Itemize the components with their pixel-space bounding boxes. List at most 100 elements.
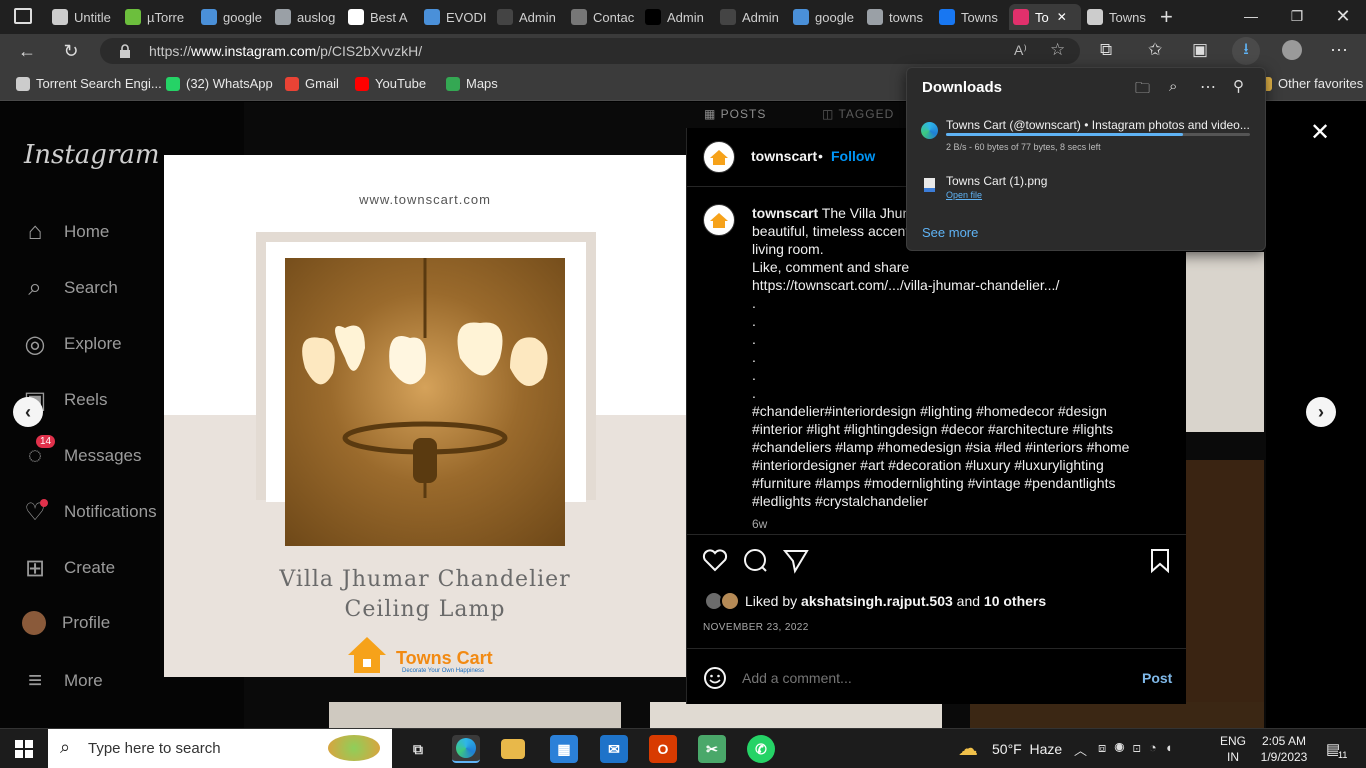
post-comment-button[interactable]: Post (1142, 670, 1172, 686)
download-item[interactable]: Towns Cart (@townscart) • Instagram phot… (907, 110, 1265, 158)
tab[interactable]: Best A (344, 4, 418, 30)
weather-text[interactable]: 50°F Haze (992, 741, 1062, 757)
nav-item-home[interactable]: ⌂ Home (22, 218, 110, 245)
favorite-item[interactable]: Maps (446, 76, 498, 91)
minimize-icon[interactable]: — (1228, 0, 1274, 32)
tab[interactable]: To ✕ (1009, 4, 1081, 30)
nav-item-heart[interactable]: ♡ Notifications (22, 499, 156, 526)
download-item[interactable]: Towns Cart (1).png Open file (907, 166, 1265, 206)
tab[interactable]: Towns (935, 4, 1007, 30)
posts-tab[interactable]: ▦ POSTS (704, 107, 766, 121)
caption-avatar[interactable] (703, 204, 735, 236)
nav-item-messenger[interactable]: ◌ 14 Messages (22, 435, 141, 469)
favorites-icon[interactable]: ✩ (1148, 40, 1162, 60)
nav-item-compass[interactable]: ◎ Explore (22, 331, 122, 358)
comment-input[interactable] (742, 668, 1122, 688)
refresh-icon[interactable]: ↻ (58, 38, 84, 64)
add-favorite-icon[interactable]: ☆ (1050, 40, 1065, 60)
pin-icon[interactable]: ⚲ (1233, 77, 1244, 95)
task-view-icon[interactable]: ⧉ (404, 735, 432, 763)
windows-start-icon[interactable] (15, 740, 33, 758)
favorite-item[interactable]: YouTube (355, 76, 426, 91)
tray-icons[interactable]: ⧈◉⊡◔◖ (1098, 740, 1181, 756)
instagram-logo[interactable]: Instagram (24, 140, 160, 170)
hashtag-line[interactable]: #chandelier#interiordesign #lighting #ho… (752, 402, 1172, 420)
more-options-icon[interactable]: ⋯ (1200, 77, 1216, 97)
feed-thumbnail[interactable] (1186, 460, 1264, 728)
feed-thumbnail[interactable] (650, 702, 942, 728)
collections-icon[interactable]: ▣ (1192, 40, 1208, 60)
tab[interactable]: google (197, 4, 269, 30)
nav-item-menu[interactable]: ≡ More (22, 667, 103, 694)
tab-actions-icon[interactable] (14, 8, 32, 24)
tab[interactable]: Towns (1083, 4, 1157, 30)
previous-post-icon[interactable]: ‹ (13, 397, 43, 427)
store-icon[interactable]: ▦ (550, 735, 578, 763)
tab[interactable]: EVODI (420, 4, 491, 30)
tab[interactable]: Admin (493, 4, 565, 30)
nav-item-plus-square[interactable]: ⊞ Create (22, 555, 115, 582)
comment-icon[interactable] (743, 548, 769, 579)
feed-thumbnail[interactable] (970, 702, 1264, 728)
close-tab-icon[interactable]: ✕ (1057, 10, 1067, 24)
close-window-icon[interactable]: ✕ (1320, 0, 1366, 32)
open-folder-icon[interactable]: 🗀 (1135, 78, 1150, 103)
read-aloud-icon[interactable]: A⁾ (1014, 42, 1027, 59)
extensions-icon[interactable]: ⧉ (1100, 40, 1112, 60)
tab[interactable]: Admin (716, 4, 787, 30)
favorite-item[interactable]: Torrent Search Engi... (16, 76, 162, 91)
product-link[interactable]: https://townscart.com/.../villa-jhumar-c… (752, 277, 1059, 293)
mail-icon[interactable]: ✉ (600, 735, 628, 763)
restore-icon[interactable]: ❐ (1274, 0, 1320, 32)
snipping-tool-icon[interactable]: ✂ (698, 735, 726, 763)
like-icon[interactable] (702, 548, 728, 577)
share-icon[interactable] (782, 548, 809, 579)
close-modal-icon[interactable]: ✕ (1310, 118, 1330, 147)
tray-chevron-icon[interactable]: ︿ (1074, 740, 1087, 759)
language-indicator[interactable]: ENG IN (1220, 733, 1246, 765)
save-icon[interactable] (1150, 548, 1170, 579)
new-tab-button[interactable]: + (1160, 4, 1173, 30)
file-explorer-icon[interactable] (501, 739, 525, 759)
hashtag-line[interactable]: #ledlights #crystalchandelier (752, 492, 1172, 510)
back-icon[interactable]: ← (14, 38, 40, 64)
author-avatar[interactable] (703, 141, 735, 173)
nav-item-avatar[interactable]: Profile (22, 611, 110, 635)
follow-button[interactable]: Follow (831, 148, 875, 164)
post-image[interactable]: www.townscart.com Villa Jhumar Chandelie… (164, 155, 686, 677)
see-more-link[interactable]: See more (922, 225, 978, 240)
clock[interactable]: 2:05 AM 1/9/2023 (1256, 733, 1312, 765)
hashtag-line[interactable]: #chandeliers #lamp #homedesign #sia #led… (752, 438, 1172, 456)
edge-taskbar-icon[interactable] (452, 735, 480, 763)
weather-icon[interactable]: ☁ (958, 736, 978, 761)
tagged-tab[interactable]: ◫ TAGGED (822, 107, 894, 121)
nav-item-search[interactable]: ⌕ Search (22, 274, 118, 301)
favorite-item[interactable]: Gmail (285, 76, 339, 91)
tab[interactable]: Contac (567, 4, 639, 30)
taskbar-search[interactable]: ⌕ Type here to search (48, 729, 392, 768)
downloads-icon[interactable]: ⭳ (1232, 37, 1260, 65)
feed-thumbnail[interactable] (1186, 252, 1264, 432)
tab[interactable]: google (789, 4, 861, 30)
tab[interactable]: towns (863, 4, 933, 30)
url-text[interactable]: https://www.instagram.com/p/CIS2bXvvzkH/ (149, 43, 422, 59)
whatsapp-taskbar-icon[interactable]: ✆ (747, 735, 775, 763)
other-favorites[interactable]: Other favorites (1258, 76, 1363, 91)
tab[interactable]: Untitle (48, 4, 119, 30)
profile-avatar-icon[interactable] (1282, 40, 1302, 60)
favorite-item[interactable]: (32) WhatsApp (166, 76, 273, 91)
settings-more-icon[interactable]: ⋯ (1330, 40, 1348, 61)
liked-by[interactable]: Liked by akshatsingh.rajput.503 and 10 o… (745, 593, 1046, 609)
feed-thumbnail[interactable] (329, 702, 621, 728)
tab[interactable]: auslog (271, 4, 342, 30)
tab[interactable]: µTorre (121, 4, 195, 30)
search-downloads-icon[interactable]: ⌕ (1169, 78, 1177, 95)
hashtag-line[interactable]: #interiordesigner #art #decoration #luxu… (752, 456, 1172, 474)
author-username[interactable]: townscart (751, 148, 817, 164)
hashtag-line[interactable]: #furniture #lamps #modernlighting #vinta… (752, 474, 1172, 492)
emoji-icon[interactable] (703, 666, 727, 695)
office-icon[interactable]: O (649, 735, 677, 763)
hashtag-line[interactable]: #interior #light #lightingdesign #decor … (752, 420, 1172, 438)
tab[interactable]: Admin (641, 4, 714, 30)
next-post-icon[interactable]: › (1306, 397, 1336, 427)
